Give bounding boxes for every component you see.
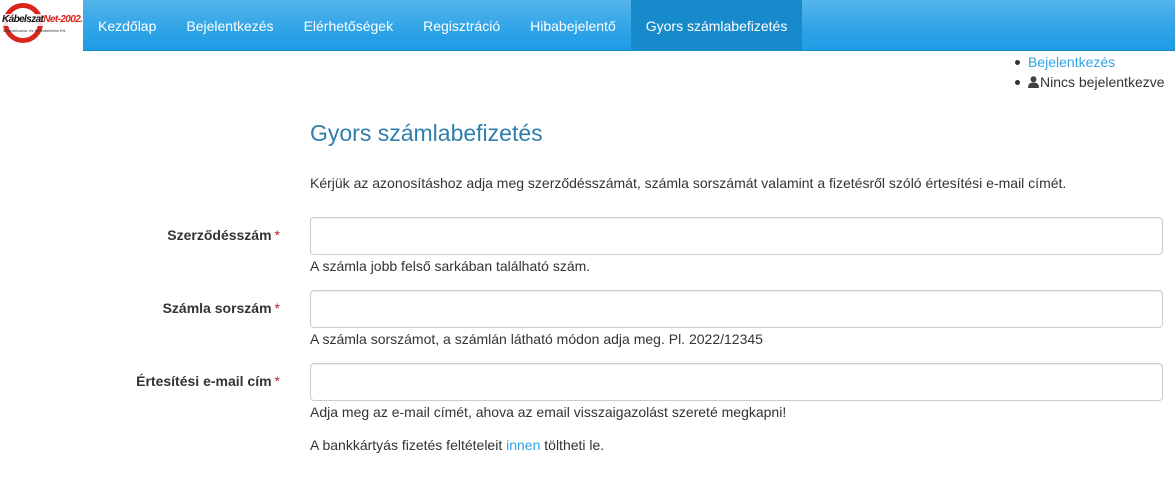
logo-wordmark: KábelszatNet-2002.: [2, 14, 83, 26]
label-text: Értesítési e-mail cím: [136, 373, 272, 389]
nav-item-kezdolap[interactable]: Kezdőlap: [83, 0, 171, 51]
notification-email-input[interactable]: [310, 363, 1163, 401]
contract-number-input[interactable]: [310, 217, 1163, 255]
bullet: [1015, 79, 1020, 85]
bullet: [1015, 59, 1020, 65]
invoice-number-input[interactable]: [310, 290, 1163, 328]
required-marker: *: [274, 227, 280, 243]
help-szerzodesszam: A számla jobb felső sarkában található s…: [310, 258, 591, 274]
required-marker: *: [274, 300, 280, 316]
user-menu: Bejelentkezés Nincs bejelentkezve: [1015, 52, 1165, 92]
navbar: KábelszatNet-2002. Műsorelosztó- és Kere…: [0, 0, 1175, 51]
required-marker: *: [274, 373, 280, 389]
nav-item-regisztracio[interactable]: Regisztráció: [408, 0, 515, 51]
nav-item-gyors-szamlabefizetes[interactable]: Gyors számlabefizetés: [630, 0, 803, 51]
label-text: Számla sorszám: [162, 300, 272, 316]
brand-logo[interactable]: KábelszatNet-2002. Műsorelosztó- és Kere…: [0, 0, 83, 51]
logo-subtitle: Műsorelosztó- és Kereskedelmi Kft.: [3, 28, 66, 33]
note-text-after: töltheti le.: [544, 437, 605, 453]
user-menu-status-item: Nincs bejelentkezve: [1015, 72, 1165, 92]
label-ertesitesi-email: Értesítési e-mail cím *: [136, 373, 280, 389]
nav-item-bejelentkezes[interactable]: Bejelentkezés: [171, 0, 288, 51]
logo-name-part2: Net-2002.: [43, 14, 83, 25]
user-menu-login-item: Bejelentkezés: [1015, 52, 1165, 72]
label-text: Szerződésszám: [167, 227, 272, 243]
card-terms-note: A bankkártyás fizetés feltételeit innen …: [310, 437, 604, 453]
nav-item-elerhetosegek[interactable]: Elérhetőségek: [289, 0, 409, 51]
note-text-before: A bankkártyás fizetés feltételeit: [310, 437, 503, 453]
page-title: Gyors számlabefizetés: [310, 120, 543, 146]
user-icon: [1028, 76, 1039, 88]
login-status: Nincs bejelentkezve: [1040, 74, 1165, 90]
logo-name-part1: Kábelszat: [2, 14, 44, 25]
main-nav: Kezdőlap Bejelentkezés Elérhetőségek Reg…: [83, 0, 803, 51]
label-szamla-sorszam: Számla sorszám *: [163, 300, 280, 316]
nav-item-hibabejelento[interactable]: Hibabejelentő: [515, 0, 631, 51]
login-link[interactable]: Bejelentkezés: [1028, 52, 1115, 72]
label-szerzodesszam: Szerződésszám *: [167, 227, 280, 243]
card-terms-download-link[interactable]: innen: [506, 437, 540, 453]
help-ertesitesi-email: Adja meg az e-mail címét, ahova az email…: [310, 404, 787, 420]
help-szamla-sorszam: A számla sorszámot, a számlán látható mó…: [310, 331, 763, 347]
intro-text: Kérjük az azonosításhoz adja meg szerződ…: [310, 175, 1067, 191]
